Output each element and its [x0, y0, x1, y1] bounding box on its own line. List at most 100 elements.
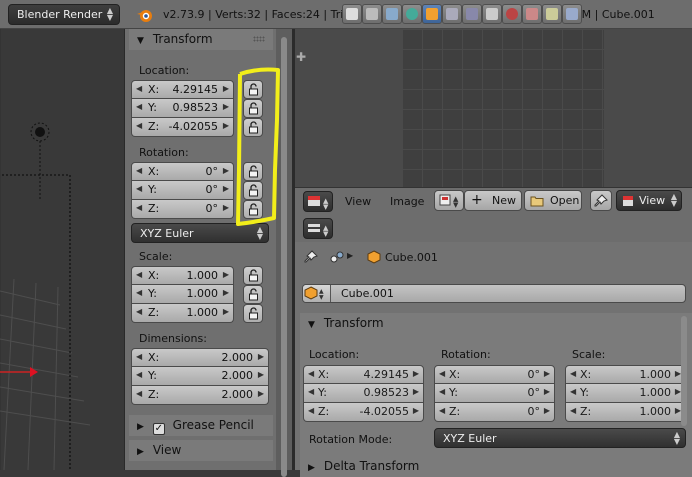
breadcrumb-arrow-icon: ▶ [347, 251, 354, 260]
grease-pencil-panel-header[interactable]: ▶ ✓ Grease Pencil [129, 415, 273, 436]
prop-scale-y-field[interactable]: ◀ Y: 1.000 ▶ [565, 384, 686, 403]
delta-transform-panel-header[interactable]: ▶ Delta Transform [300, 456, 692, 477]
prop-rotation-z-field[interactable]: ◀ Z: 0° ▶ [434, 403, 555, 422]
view-panel-header[interactable]: ▶ View [129, 440, 273, 461]
render-engine-select[interactable]: Blender Render ▲ ▼ [8, 4, 120, 25]
grease-pencil-checkbox[interactable]: ✓ [152, 423, 165, 435]
tab-object-data[interactable] [482, 4, 502, 24]
lock-icon [249, 269, 258, 282]
render-engine-label: Blender Render [17, 8, 103, 21]
location-label: Location: [139, 64, 190, 77]
properties-tabs-bar [295, 214, 692, 242]
object-transform-panel-header[interactable]: ▼ Transform [300, 313, 692, 334]
scene-data-icon [330, 251, 344, 263]
scale-x-field[interactable]: ◀ X: 1.000 ▶ [131, 266, 234, 285]
dimensions-label: Dimensions: [139, 332, 207, 345]
scale-y-field[interactable]: ◀ Y: 1.000 ▶ [131, 285, 234, 304]
tab-constraints[interactable] [442, 4, 462, 24]
tab-material[interactable] [502, 4, 522, 24]
lock-scale-y-button[interactable] [243, 285, 263, 304]
collapse-triangle-icon: ▼ [137, 36, 144, 46]
yellow-highlight-annotation [236, 67, 280, 226]
camera-icon [346, 8, 358, 20]
rotation-label: Rotation: [139, 146, 189, 159]
location-y-field[interactable]: ◀ Y: 0.98523 ▶ [131, 99, 234, 118]
tab-texture[interactable] [522, 4, 542, 24]
texture-icon [526, 8, 538, 20]
wrench-icon [466, 8, 478, 20]
prop-location-label: Location: [309, 348, 360, 361]
image-view-icon [623, 196, 633, 206]
prop-rotation-mode-value: XYZ Euler [443, 432, 497, 445]
3d-viewport[interactable] [0, 29, 124, 470]
prop-rotation-y-field[interactable]: ◀ Y: 0° ▶ [434, 384, 555, 403]
location-x-field[interactable]: ◀ X: 4.29145 ▶ [131, 80, 234, 99]
tab-world[interactable] [402, 4, 422, 24]
open-image-button[interactable]: Open [524, 190, 582, 211]
prop-rotation-mode-select[interactable]: XYZ Euler ▲ ▼ [434, 428, 686, 448]
rotation-x-field[interactable]: ◀ X: 0° ▶ [131, 162, 234, 181]
collapse-triangle-icon: ▼ [308, 320, 315, 330]
scale-z-field[interactable]: ◀ Z: 1.000 ▶ [131, 304, 234, 323]
prop-location-z-field[interactable]: ◀ Z: -4.02055 ▶ [303, 403, 424, 422]
tab-render[interactable] [342, 4, 362, 24]
updown-arrows-icon: ▲ ▼ [670, 192, 677, 208]
tab-scene[interactable] [382, 4, 402, 24]
particles-icon [546, 8, 558, 20]
properties-editor-type-select[interactable]: ▲ ▼ [303, 218, 333, 239]
transform-panel-header[interactable]: ▼ Transform [129, 29, 273, 50]
grease-pencil-title: Grease Pencil [172, 418, 254, 432]
object-transform-title: Transform [323, 316, 384, 330]
lamp-object-icon [30, 122, 50, 199]
prop-location-y-field[interactable]: ◀ Y: 0.98523 ▶ [303, 384, 424, 403]
properties-editor-icon: ▲▼ [308, 224, 329, 238]
rotation-z-field[interactable]: ◀ Z: 0° ▶ [131, 200, 234, 219]
pin-icon[interactable] [304, 250, 318, 264]
mesh-data-icon [486, 8, 498, 20]
pin-button[interactable] [590, 190, 612, 211]
menu-view[interactable]: View [345, 195, 371, 208]
tab-render-layers[interactable] [362, 4, 382, 24]
object-cube-icon [426, 8, 438, 20]
tab-particles[interactable] [542, 4, 562, 24]
breadcrumb-object-name: Cube.001 [385, 251, 438, 264]
image-browse-button[interactable]: ▲ ▼ [434, 190, 464, 211]
image-canvas-grid[interactable] [402, 29, 604, 187]
editor-type-select[interactable]: ▲ ▼ [303, 191, 333, 212]
menu-image[interactable]: Image [390, 195, 424, 208]
expand-triangle-icon: ▶ [137, 447, 144, 457]
object-type-button[interactable]: ▲ ▼ [303, 285, 331, 302]
dimensions-x-field[interactable]: ◀ X: 2.000 ▶ [131, 348, 269, 367]
context-breadcrumb: ▶ Cube.001 [295, 242, 692, 274]
drag-grip-icon[interactable] [253, 36, 265, 42]
updown-arrows-icon: ▲ ▼ [673, 430, 680, 446]
object-name-value: Cube.001 [341, 287, 394, 300]
properties-scrollbar[interactable] [681, 316, 687, 426]
svg-text:▼: ▼ [323, 230, 329, 238]
render-layers-icon [366, 8, 378, 20]
tab-modifiers[interactable] [462, 4, 482, 24]
dimensions-y-field[interactable]: ◀ Y: 2.000 ▶ [131, 367, 269, 386]
view-mode-select[interactable]: View ▲ ▼ [616, 190, 682, 211]
rotation-y-field[interactable]: ◀ Y: 0° ▶ [131, 181, 234, 200]
dimensions-z-field[interactable]: ◀ Z: 2.000 ▶ [131, 386, 269, 405]
transform-title: Transform [152, 32, 213, 46]
location-z-field[interactable]: ◀ Z: -4.02055 ▶ [131, 118, 234, 137]
tab-object[interactable] [422, 4, 442, 24]
lock-scale-z-button[interactable] [243, 304, 263, 323]
lock-icon [249, 288, 258, 301]
tab-physics[interactable] [562, 4, 582, 24]
area-split-plus-icon[interactable]: ✚ [296, 50, 306, 64]
prop-rotation-x-field[interactable]: ◀ X: 0° ▶ [434, 365, 555, 384]
prop-scale-z-field[interactable]: ◀ Z: 1.000 ▶ [565, 403, 686, 422]
prop-scale-x-field[interactable]: ◀ X: 1.000 ▶ [565, 365, 686, 384]
rotation-mode-label: Rotation Mode: [309, 433, 393, 446]
object-name-field[interactable]: ▲ ▼ Cube.001 [302, 284, 686, 303]
new-image-button[interactable]: + New [464, 190, 522, 211]
lock-scale-x-button[interactable] [243, 266, 263, 285]
image-editor-icon: ▲▼ [308, 196, 329, 211]
updown-arrows-icon: ▲ ▼ [106, 6, 114, 22]
pin-icon [594, 194, 608, 207]
lock-icon [249, 307, 258, 320]
prop-location-x-field[interactable]: ◀ X: 4.29145 ▶ [303, 365, 424, 384]
